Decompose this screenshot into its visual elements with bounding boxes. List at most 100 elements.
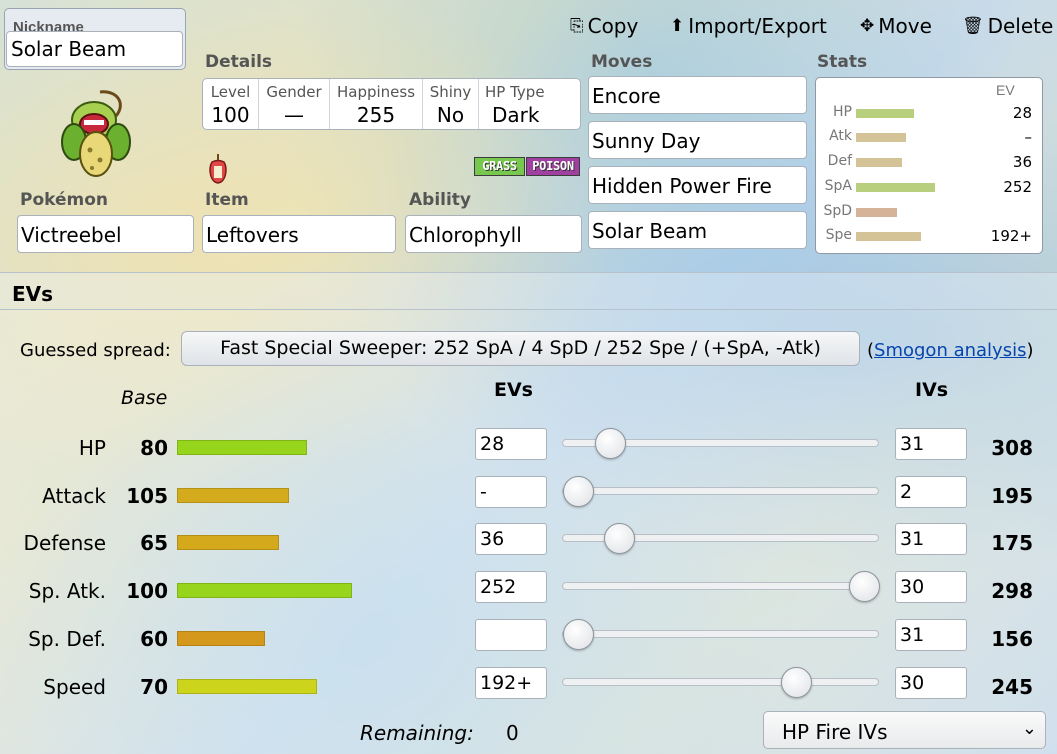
pokemon-label: Pokémon (20, 190, 109, 210)
stats-mini-row: Atk – (816, 128, 1044, 148)
stat-base: 100 (126, 579, 168, 603)
evs-column-header: EVs (494, 379, 533, 401)
pokemon-sprite (61, 90, 131, 177)
ev-input[interactable]: - (475, 476, 547, 508)
smogon-open-paren: ( (867, 340, 875, 361)
type-badge-grass: GRASS (474, 157, 525, 176)
stats-button[interactable]: EV HP 28 Atk – Def 36 SpA 252 SpD Spe 192+ (815, 77, 1043, 254)
stat-name: Sp. Def. (28, 627, 106, 651)
stat-base-bar (177, 583, 352, 598)
stat-total: 195 (991, 484, 1033, 508)
stats-mini-ev: 252 (1003, 178, 1032, 196)
ev-slider[interactable] (562, 667, 879, 698)
guessed-spread-button[interactable]: Fast Special Sweeper: 252 SpA / 4 SpD / … (181, 331, 860, 366)
ev-input[interactable]: 252 (475, 571, 547, 603)
ability-input[interactable]: Chlorophyll (405, 215, 582, 253)
import-export-label: Import/Export (688, 14, 827, 38)
move-button[interactable]: ✥ Move (860, 12, 932, 40)
level-label: Level (210, 83, 251, 101)
move-3-input[interactable]: Hidden Power Fire (588, 166, 807, 204)
iv-input[interactable]: 31 (895, 523, 967, 555)
stats-mini-name: HP (833, 104, 852, 120)
copy-button[interactable]: ⎘ Copy (570, 12, 638, 40)
stats-mini-bar (856, 109, 914, 118)
base-column-header: Base (121, 387, 168, 409)
stat-row: Sp. Atk. 100 252 30 298 (0, 571, 1057, 619)
item-input[interactable]: Leftovers (202, 215, 396, 253)
ev-slider-thumb[interactable] (595, 428, 626, 459)
stats-mini-ev: – (1024, 128, 1033, 146)
ev-slider[interactable] (562, 428, 879, 459)
stat-row: Sp. Def. 60 31 156 (0, 619, 1057, 667)
happiness-label: Happiness (336, 83, 416, 101)
nickname-input[interactable]: Solar Beam (6, 31, 183, 67)
stat-row: Attack 105 - 2 195 (0, 476, 1057, 524)
stat-row: Speed 70 192+ 30 245 (0, 667, 1057, 715)
hptype-cell: HP Type Dark (479, 79, 580, 129)
trash-icon: 🗑 (962, 16, 984, 36)
ev-slider-thumb[interactable] (781, 667, 812, 698)
happiness-value: 255 (356, 103, 396, 127)
iv-input[interactable]: 31 (895, 428, 967, 460)
guessed-spread-label: Guessed spread: (20, 340, 171, 361)
ev-slider-thumb[interactable] (604, 523, 635, 554)
ev-slider-thumb[interactable] (563, 476, 594, 507)
stat-total: 156 (991, 627, 1033, 651)
iv-input[interactable]: 31 (895, 619, 967, 651)
iv-input[interactable]: 2 (895, 476, 967, 508)
ability-label: Ability (409, 190, 472, 210)
type-badge-poison: POISON (526, 157, 580, 176)
smogon-close-paren: ) (1026, 340, 1034, 361)
ev-slider-thumb[interactable] (849, 571, 880, 602)
stats-mini-row: SpA 252 (816, 178, 1044, 198)
iv-input[interactable]: 30 (895, 571, 967, 603)
gender-label: Gender (266, 83, 322, 101)
stat-base: 65 (140, 531, 168, 555)
upload-icon: ⬆ (670, 16, 685, 36)
level-value: 100 (211, 103, 250, 127)
iv-preset-value: HP Fire IVs (782, 720, 888, 744)
delete-label: Delete (987, 14, 1054, 38)
stat-base: 60 (140, 627, 168, 651)
delete-button[interactable]: 🗑 Delete (962, 12, 1053, 40)
chevron-down-icon: ⌄ (1021, 718, 1037, 739)
move-4-input[interactable]: Solar Beam (588, 211, 807, 249)
stats-mini-ev: 192+ (990, 227, 1032, 245)
ev-input[interactable]: 28 (475, 428, 547, 460)
ev-input[interactable]: 36 (475, 523, 547, 555)
ev-slider[interactable] (562, 619, 879, 650)
move-1-input[interactable]: Encore (588, 76, 807, 114)
ev-input[interactable]: 192+ (475, 667, 547, 699)
stat-base-bar (177, 440, 307, 455)
import-export-button[interactable]: ⬆ Import/Export (670, 12, 827, 40)
stat-total: 308 (991, 436, 1033, 460)
hptype-value: Dark (492, 103, 540, 127)
stats-label: Stats (817, 52, 868, 72)
iv-preset-select[interactable]: HP Fire IVs ⌄ (763, 711, 1046, 749)
ev-slider[interactable] (562, 523, 879, 554)
stat-name: HP (78, 436, 106, 460)
pokemon-input[interactable]: Victreebel (17, 215, 194, 253)
iv-input[interactable]: 30 (895, 667, 967, 699)
stats-mini-row: HP 28 (816, 104, 1044, 124)
stat-base-bar (177, 488, 289, 503)
stat-total: 175 (991, 531, 1033, 555)
stat-base-bar (177, 631, 265, 646)
ev-slider[interactable] (562, 571, 880, 602)
smogon-analysis: (Smogon analysis) (867, 340, 1033, 361)
ev-input[interactable] (475, 619, 547, 651)
ev-slider-thumb[interactable] (563, 619, 594, 650)
stats-mini-name: SpA (824, 178, 852, 194)
ivs-column-header: IVs (915, 379, 949, 401)
move-2-input[interactable]: Sunny Day (588, 121, 807, 159)
stats-mini-name: Atk (829, 128, 852, 144)
stats-mini-ev: 36 (1012, 153, 1032, 171)
shiny-label: Shiny (429, 83, 472, 101)
details-button[interactable]: Level 100 Gender — Happiness 255 Shiny N… (202, 78, 581, 130)
stat-base: 70 (140, 675, 168, 699)
ev-slider[interactable] (562, 476, 879, 507)
stats-mini-bar (856, 183, 935, 192)
stats-mini-name: Def (827, 153, 852, 169)
stats-mini-row: Def 36 (816, 153, 1044, 173)
smogon-analysis-link[interactable]: Smogon analysis (874, 340, 1026, 361)
